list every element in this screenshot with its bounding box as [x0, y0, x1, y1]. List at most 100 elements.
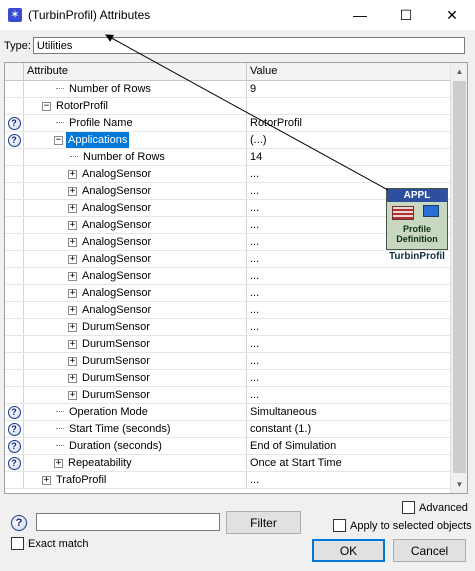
attribute-cell[interactable]: + AnalogSensor [24, 268, 247, 284]
table-row[interactable]: + DurumSensor... [5, 370, 451, 387]
cancel-button[interactable]: Cancel [393, 539, 466, 562]
expand-icon[interactable]: + [68, 169, 77, 179]
attribute-column-header[interactable]: Attribute [24, 63, 247, 80]
filter-input[interactable] [36, 513, 220, 531]
table-row[interactable]: + AnalogSensor... [5, 268, 451, 285]
expand-icon[interactable]: + [68, 254, 77, 264]
attribute-cell[interactable]: + AnalogSensor [24, 251, 247, 267]
table-row[interactable]: + DurumSensor... [5, 336, 451, 353]
scroll-down-arrow-icon[interactable]: ▼ [451, 476, 467, 493]
expand-icon[interactable]: + [68, 305, 77, 315]
attribute-cell[interactable]: Duration (seconds) [24, 438, 247, 454]
profile-definition-node-icon[interactable]: APPL Profile Definition [386, 188, 448, 250]
scroll-up-arrow-icon[interactable]: ▲ [451, 63, 467, 80]
attribute-cell[interactable]: + DurumSensor [24, 319, 247, 335]
table-row[interactable]: ? + Repeatability Once at Start Time [5, 455, 451, 472]
table-row[interactable]: ? − Applications (...) [5, 132, 451, 149]
expand-icon[interactable]: + [68, 271, 77, 281]
attribute-cell[interactable]: Number of Rows [24, 149, 247, 165]
value-cell[interactable]: ... [247, 166, 451, 182]
attribute-cell[interactable]: + DurumSensor [24, 387, 247, 403]
expand-icon[interactable]: + [68, 322, 77, 332]
value-cell[interactable]: ... [247, 387, 451, 403]
help-icon[interactable]: ? [7, 405, 21, 419]
attribute-cell[interactable]: − Applications [24, 132, 247, 148]
table-row[interactable]: + AnalogSensor... [5, 166, 451, 183]
table-row[interactable]: + AnalogSensor... [5, 234, 451, 251]
value-cell[interactable]: ... [247, 285, 451, 301]
value-cell[interactable]: Once at Start Time [247, 455, 451, 471]
expand-icon[interactable]: + [68, 203, 77, 213]
attribute-cell[interactable]: + DurumSensor [24, 336, 247, 352]
value-cell[interactable] [247, 98, 451, 114]
expand-icon[interactable]: + [68, 237, 77, 247]
apply-selected-checkbox[interactable]: Apply to selected objects [333, 519, 472, 532]
apply-selected-box[interactable] [333, 519, 346, 532]
attribute-cell[interactable]: Number of Rows [24, 81, 247, 97]
exact-match-checkbox[interactable]: Exact match [11, 537, 89, 550]
attribute-cell[interactable]: + AnalogSensor [24, 234, 247, 250]
advanced-checkbox[interactable]: Advanced [402, 501, 468, 514]
value-cell[interactable]: ... [247, 336, 451, 352]
table-row[interactable]: Number of Rows 14 [5, 149, 451, 166]
value-cell[interactable]: 9 [247, 81, 451, 97]
table-row[interactable]: + AnalogSensor... [5, 217, 451, 234]
help-button[interactable]: ? [11, 515, 29, 533]
filter-button[interactable]: Filter [226, 511, 301, 534]
ok-button[interactable]: OK [312, 539, 385, 562]
attribute-cell[interactable]: + AnalogSensor [24, 166, 247, 182]
attribute-cell[interactable]: + Repeatability [24, 455, 247, 471]
attribute-cell[interactable]: + AnalogSensor [24, 285, 247, 301]
help-cell[interactable]: ? [5, 438, 24, 454]
help-cell[interactable]: ? [5, 455, 24, 471]
help-cell[interactable]: ? [5, 115, 24, 131]
table-row[interactable]: + TrafoProfil... [5, 472, 451, 489]
table-row[interactable]: ? Profile Name RotorProfil [5, 115, 451, 132]
expand-icon[interactable]: + [68, 186, 77, 196]
maximize-button[interactable]: ☐ [383, 0, 429, 30]
help-icon[interactable]: ? [7, 439, 21, 453]
help-cell[interactable]: ? [5, 132, 24, 148]
advanced-box[interactable] [402, 501, 415, 514]
table-row[interactable]: + DurumSensor... [5, 319, 451, 336]
turbinprofil-node[interactable]: APPL Profile Definition TurbinProfil [386, 188, 448, 262]
value-cell[interactable]: Simultaneous [247, 404, 451, 420]
collapse-icon[interactable]: − [54, 135, 63, 145]
table-row[interactable]: + DurumSensor... [5, 353, 451, 370]
table-row[interactable]: + AnalogSensor... [5, 285, 451, 302]
vertical-scrollbar[interactable]: ▲ ▼ [450, 63, 467, 493]
table-row[interactable]: + AnalogSensor... [5, 183, 451, 200]
table-row[interactable]: + AnalogSensor... [5, 200, 451, 217]
exact-match-box[interactable] [11, 537, 24, 550]
attribute-cell[interactable]: − RotorProfil [24, 98, 247, 114]
expand-icon[interactable]: + [68, 220, 77, 230]
value-cell[interactable]: RotorProfil [247, 115, 451, 131]
value-cell[interactable]: ... [247, 268, 451, 284]
type-field[interactable]: Utilities [32, 37, 465, 54]
expand-icon[interactable]: + [68, 390, 77, 400]
value-cell[interactable]: ... [247, 353, 451, 369]
table-row[interactable]: ? Operation Mode Simultaneous [5, 404, 451, 421]
value-column-header[interactable]: Value [247, 63, 451, 80]
attribute-cell[interactable]: Operation Mode [24, 404, 247, 420]
expand-icon[interactable]: + [68, 288, 77, 298]
help-icon[interactable]: ? [7, 116, 21, 130]
attribute-cell[interactable]: + AnalogSensor [24, 200, 247, 216]
value-cell[interactable]: (...) [247, 132, 451, 148]
table-row[interactable]: − RotorProfil [5, 98, 451, 115]
attribute-cell[interactable]: + DurumSensor [24, 353, 247, 369]
expand-icon[interactable]: + [68, 373, 77, 383]
attribute-cell[interactable]: Start Time (seconds) [24, 421, 247, 437]
value-cell[interactable]: constant (1.) [247, 421, 451, 437]
scroll-thumb[interactable] [453, 81, 466, 473]
value-cell[interactable]: ... [247, 472, 451, 488]
value-cell[interactable]: End of Simulation [247, 438, 451, 454]
value-cell[interactable]: ... [247, 319, 451, 335]
value-cell[interactable]: ... [247, 302, 451, 318]
help-icon[interactable]: ? [7, 456, 21, 470]
value-cell[interactable]: 14 [247, 149, 451, 165]
help-icon[interactable]: ? [7, 422, 21, 436]
help-cell[interactable]: ? [5, 421, 24, 437]
help-cell[interactable]: ? [5, 404, 24, 420]
attribute-cell[interactable]: Profile Name [24, 115, 247, 131]
